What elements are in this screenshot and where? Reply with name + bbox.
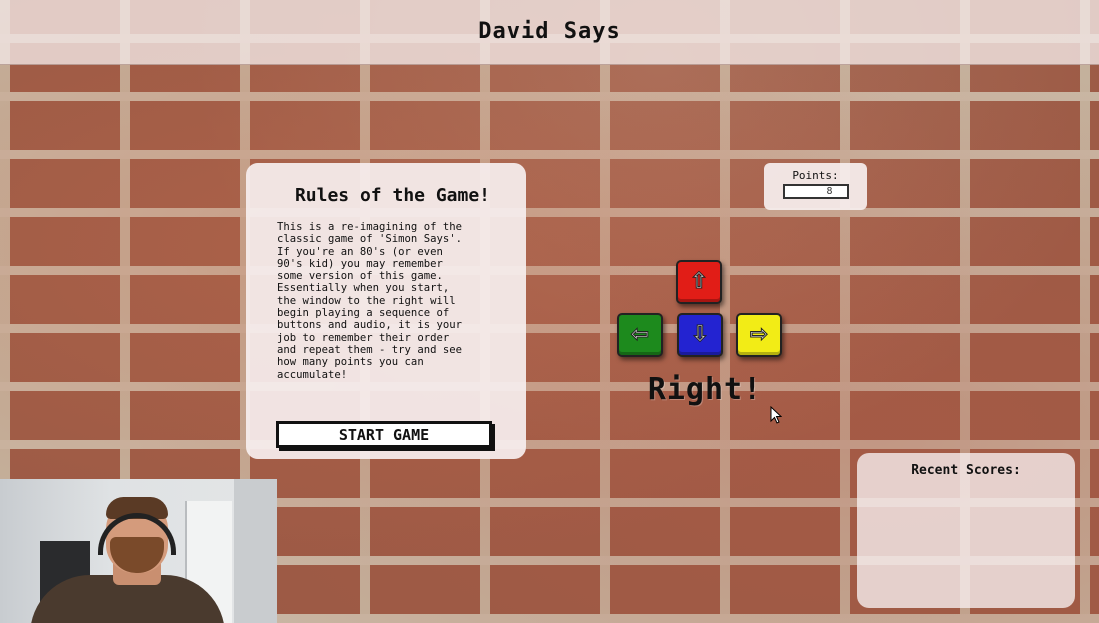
left-arrow-button[interactable]: ⇦ xyxy=(617,313,663,357)
down-arrow-icon: ⇩ xyxy=(690,322,710,347)
rules-body: This is a re-imagining of the classic ga… xyxy=(277,221,462,381)
webcam-overlay xyxy=(0,479,277,623)
start-game-button[interactable]: START GAME xyxy=(276,421,492,448)
up-arrow-icon: ⇧ xyxy=(689,269,709,294)
right-arrow-icon: ⇨ xyxy=(749,322,769,347)
app-header: David Says xyxy=(0,0,1099,65)
recent-scores-panel: Recent Scores: xyxy=(857,453,1075,608)
points-label: Points: xyxy=(792,169,839,182)
rules-panel: Rules of the Game! This is a re-imaginin… xyxy=(246,163,526,459)
recent-scores-title: Recent Scores: xyxy=(911,463,1021,478)
up-arrow-button[interactable]: ⇧ xyxy=(676,260,722,304)
points-panel: Points: 8 xyxy=(764,163,867,210)
down-arrow-button[interactable]: ⇩ xyxy=(677,313,723,357)
rules-title: Rules of the Game! xyxy=(294,185,491,206)
right-arrow-button[interactable]: ⇨ xyxy=(736,313,782,357)
points-value: 8 xyxy=(782,184,849,199)
left-arrow-icon: ⇦ xyxy=(630,322,650,347)
mouse-cursor-icon xyxy=(770,406,782,424)
app-title: David Says xyxy=(478,18,621,44)
feedback-message: Right! xyxy=(647,372,763,407)
webcam-door-frame xyxy=(234,479,277,623)
